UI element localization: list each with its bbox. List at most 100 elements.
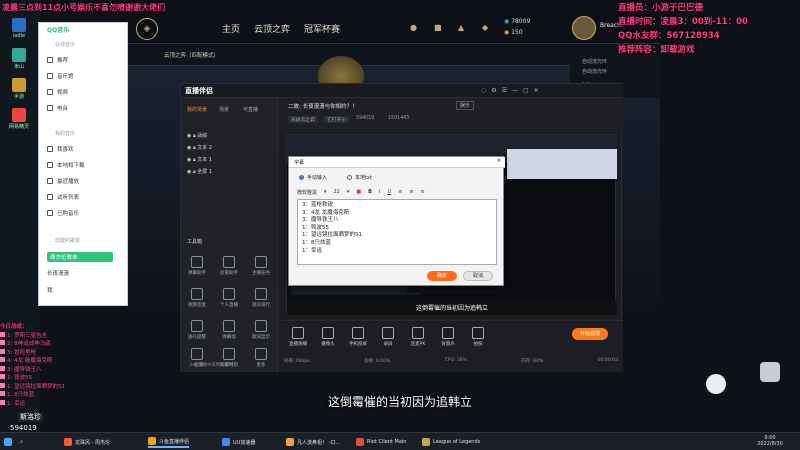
music-nav-item[interactable]: 最近播放	[47, 177, 79, 185]
desktop-icon[interactable]: 手游	[4, 78, 34, 100]
playlist-item[interactable]: 长夜漫漫	[47, 269, 69, 277]
search-icon[interactable]: ⌕	[20, 436, 23, 448]
chevron-down-icon[interactable]: ▾	[324, 189, 327, 195]
layer-item[interactable]: ◉ 🔒︎ 文本 2	[187, 144, 212, 151]
layer-item[interactable]: ◉ 🔒︎ 全屏 1	[187, 168, 212, 175]
eye-icon[interactable]: ◉	[187, 145, 191, 151]
tool-button[interactable]: 观众排行	[249, 288, 273, 308]
windows-start-icon[interactable]	[4, 436, 15, 448]
italic-icon[interactable]: I	[379, 189, 380, 195]
radio-file[interactable]: 本地txt	[347, 174, 372, 181]
desktop-icon[interactable]: 网易精灵	[4, 108, 34, 130]
lock-icon[interactable]: 🔒︎	[193, 157, 196, 163]
room-fans: 1501443	[388, 116, 410, 121]
profile-icon[interactable]: ●	[410, 23, 417, 32]
font-select[interactable]: 微软雅黑	[297, 189, 317, 196]
taskbar-item[interactable]: UU加速器	[222, 436, 255, 448]
room-info-bar: 二故: 长夜漫漫与你相约？！ 娱乐 乐段云之弈 它打开小 594019 1501…	[278, 98, 623, 132]
taskbar-item[interactable]: 凡人流鼻祖！ -口...	[286, 436, 340, 448]
lock-icon[interactable]: 🔒︎	[193, 169, 196, 175]
layer-item[interactable]: ◉ 🔒︎ 战绩	[187, 132, 207, 139]
nav-clash[interactable]: 冠军杯赛	[304, 22, 340, 35]
music-nav-item[interactable]: 已购音乐	[47, 209, 79, 217]
tool-button[interactable]: 弹幕助手	[185, 256, 209, 276]
align-left-icon[interactable]: ≡	[398, 189, 402, 195]
lock-icon[interactable]: 🔒︎	[193, 145, 196, 151]
desktop-icon[interactable]: 米山	[4, 48, 34, 70]
music-nav-item[interactable]: 电台	[47, 104, 68, 112]
music-nav-item[interactable]: 试听列表	[47, 193, 79, 201]
color-icon[interactable]: ■	[356, 189, 361, 195]
avatar[interactable]	[572, 16, 596, 40]
tool-button[interactable]: 个人直播	[217, 288, 241, 308]
app-icon	[356, 438, 364, 446]
playlist-item[interactable]: 我	[47, 286, 53, 294]
eye-icon[interactable]: ◉	[187, 157, 191, 163]
playlist-item-selected[interactable]: 周杰伦歌单	[47, 252, 113, 262]
tool-button[interactable]: 弹幕墙	[217, 320, 241, 340]
stat-cpu: CPU: 36%	[444, 358, 467, 363]
tab-live[interactable]: 可直播	[243, 106, 258, 113]
rp-icon: ◉	[504, 29, 510, 36]
confirm-button[interactable]: 确定	[427, 271, 457, 281]
streamer-avatar	[706, 374, 726, 394]
control-button[interactable]: 录屏	[374, 327, 402, 347]
blue-essence: ◉ 78009	[504, 18, 531, 25]
subtitle-text-area[interactable]: 3：蓝枪勃锐 3：4龙 龙魔海克斯 3：魔导铁王八 1：鸭波55 1：望远镜拉面…	[297, 199, 497, 265]
layer-item[interactable]: ◉ 🔒︎ 文本 1	[187, 156, 212, 163]
control-button[interactable]: 背景声	[434, 327, 462, 347]
radio-unchecked-icon	[347, 175, 352, 180]
room-tag[interactable]: 娱乐	[456, 101, 475, 110]
tool-button[interactable]: 房管助手	[217, 256, 241, 276]
music-nav-item[interactable]: 我喜欢	[47, 145, 74, 153]
nav-home[interactable]: 主页	[222, 22, 240, 35]
music-nav-item[interactable]: 音乐馆	[47, 72, 74, 80]
desktop-icon[interactable]: iodle	[4, 18, 34, 39]
start-live-button[interactable]: 开始直播	[572, 328, 608, 340]
control-button[interactable]: 摄像头	[314, 327, 342, 347]
tab-my-scene[interactable]: 我的场景	[187, 106, 207, 113]
collection-icon[interactable]: ■	[434, 23, 442, 32]
taskbar-item[interactable]: League of Legends	[422, 436, 480, 448]
chevron-down-icon[interactable]: ▾	[347, 189, 350, 195]
tool-button[interactable]: 视频连麦	[185, 288, 209, 308]
toolbox-header: 工具箱	[187, 239, 203, 245]
tool-button[interactable]: 歌词显示	[249, 320, 273, 340]
control-button[interactable]: 手机投屏	[344, 327, 372, 347]
control-button[interactable]: 连麦PK	[404, 327, 432, 347]
music-nav-item[interactable]: 推荐	[47, 56, 68, 64]
close-icon[interactable]: ✕	[497, 158, 501, 164]
nav-tft[interactable]: 云顶之弈	[254, 22, 290, 35]
control-button[interactable]: 拍照	[464, 327, 492, 347]
cancel-button[interactable]: 取消	[463, 271, 493, 281]
taskbar-item[interactable]: 龙珠风 - 周杰伦	[64, 436, 110, 448]
friend-status: 自动流光环	[582, 69, 608, 75]
tool-button[interactable]: 送礼提醒	[185, 320, 209, 340]
font-size-select[interactable]: 22	[334, 189, 340, 195]
radio-manual[interactable]: 手动输入	[299, 174, 327, 181]
eye-icon[interactable]: ◉	[187, 169, 191, 175]
room-title: 二故: 长夜漫漫与你相约？！	[288, 104, 358, 110]
tab-scene[interactable]: 场景	[219, 106, 229, 113]
eye-icon[interactable]: ◉	[187, 133, 191, 139]
store-icon[interactable]: ◆	[482, 23, 488, 32]
record-item: 3: 冒险男枪	[0, 348, 80, 358]
tool-button[interactable]: 更多	[249, 348, 273, 368]
league-logo: ◈	[136, 18, 158, 40]
lock-icon[interactable]: 🔒︎	[193, 133, 196, 139]
control-button[interactable]: 直播演播	[284, 327, 312, 347]
preview-subtitle: 这倒霉催的当初因为追韩立	[415, 305, 488, 312]
download-icon	[47, 162, 53, 168]
tool-button[interactable]: 主播任务	[249, 256, 273, 276]
taskbar-item[interactable]: 斗鱼直播伴侣	[148, 436, 190, 448]
music-nav-item[interactable]: 本地和下载	[47, 161, 85, 169]
music-nav-item[interactable]: 视频	[47, 88, 68, 96]
align-right-icon[interactable]: ≡	[421, 189, 425, 195]
top-banner: 凌晨三点到11点小号娱乐不喜勿喷谢谢大佬们	[2, 3, 166, 12]
underline-icon[interactable]: U	[387, 189, 391, 195]
align-center-icon[interactable]: ≡	[409, 189, 413, 195]
loot-icon[interactable]: ▲	[458, 23, 464, 32]
bold-icon[interactable]: B	[368, 189, 372, 195]
system-clock[interactable]: 9:00 2022/8/30	[748, 435, 792, 447]
taskbar-item[interactable]: Riot Client Main	[356, 436, 406, 448]
